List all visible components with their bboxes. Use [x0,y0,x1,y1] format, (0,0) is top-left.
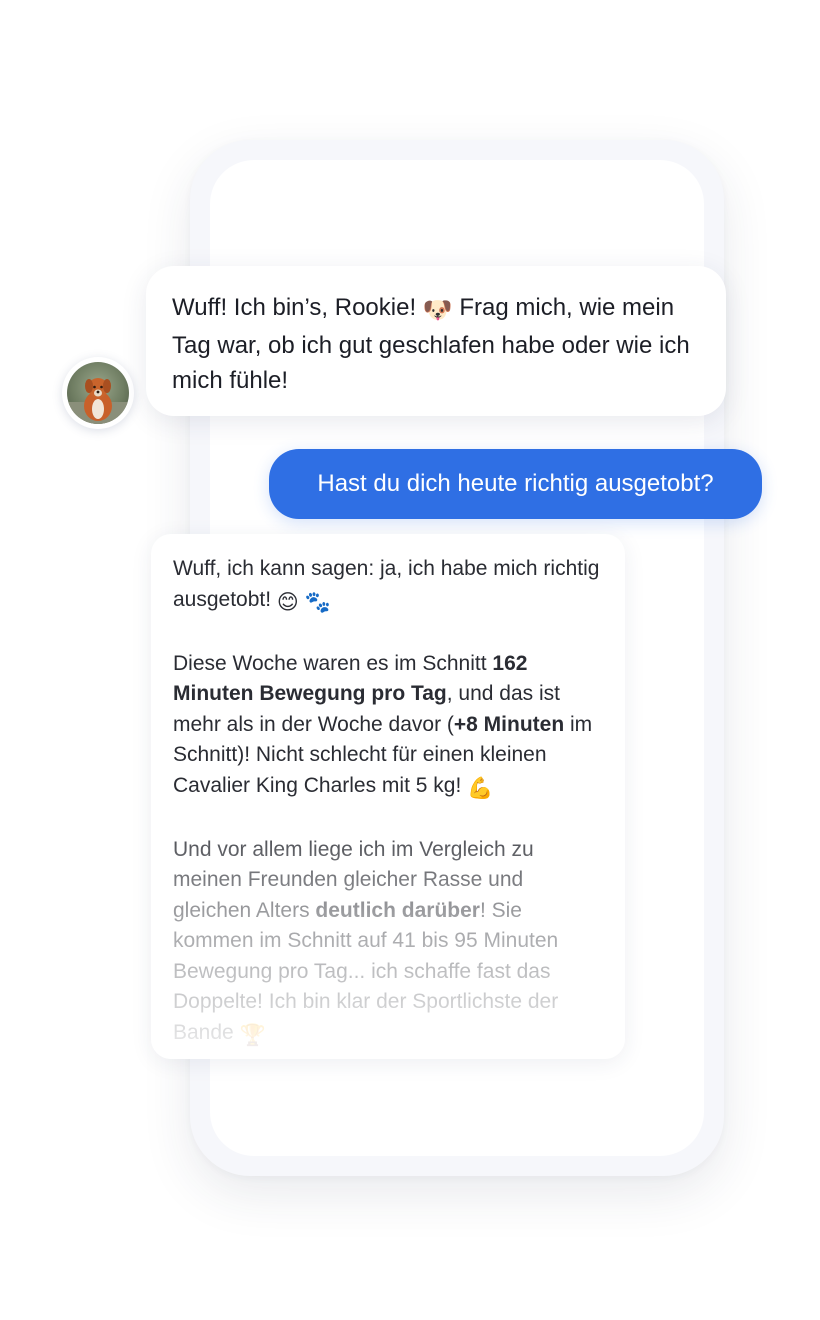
bot-intro-message: Wuff! Ich bin’s, Rookie! 🐶 Frag mich, wi… [146,266,726,416]
reply-paragraph-1: Wuff, ich kann sagen: ja, ich habe mich … [173,554,603,618]
reply-p1-text: Wuff, ich kann sagen: ja, ich habe mich … [173,557,600,611]
user-message-text: Hast du dich heute richtig ausgetobt? [317,470,714,497]
dog-face-icon: 🐶 [422,297,453,324]
chat-illustration: Wuff! Ich bin’s, Rookie! 🐶 Frag mich, wi… [0,0,820,1320]
reply-text: Wuff, ich kann sagen: ja, ich habe mich … [173,554,603,1051]
dog-avatar-icon [62,357,134,429]
intro-text-1: Wuff! Ich bin’s, Rookie! [172,294,423,321]
user-message: Hast du dich heute richtig ausgetobt? [269,449,762,519]
reply-paragraph-3: Und vor allem liege ich im Vergleich zu … [173,835,603,1052]
reply-paragraph-2: Diese Woche waren es im Schnitt 162 Minu… [173,649,603,805]
reply-p2-bold-delta: +8 Minuten [453,712,565,736]
paw-prints-icon: 🐾 [304,590,331,614]
trophy-icon: 🏆 [239,1023,266,1047]
avatar-photo [67,362,129,424]
flexed-biceps-icon: 💪 [467,776,494,800]
bot-reply-message: Wuff, ich kann sagen: ja, ich habe mich … [151,534,625,1059]
reply-p2-text-a: Diese Woche waren es im Schnitt [173,651,493,675]
dog-photo-icon [67,362,129,424]
reply-p3-bold: deutlich darüber [315,898,480,922]
smiling-face-icon: 😊 [276,590,299,614]
